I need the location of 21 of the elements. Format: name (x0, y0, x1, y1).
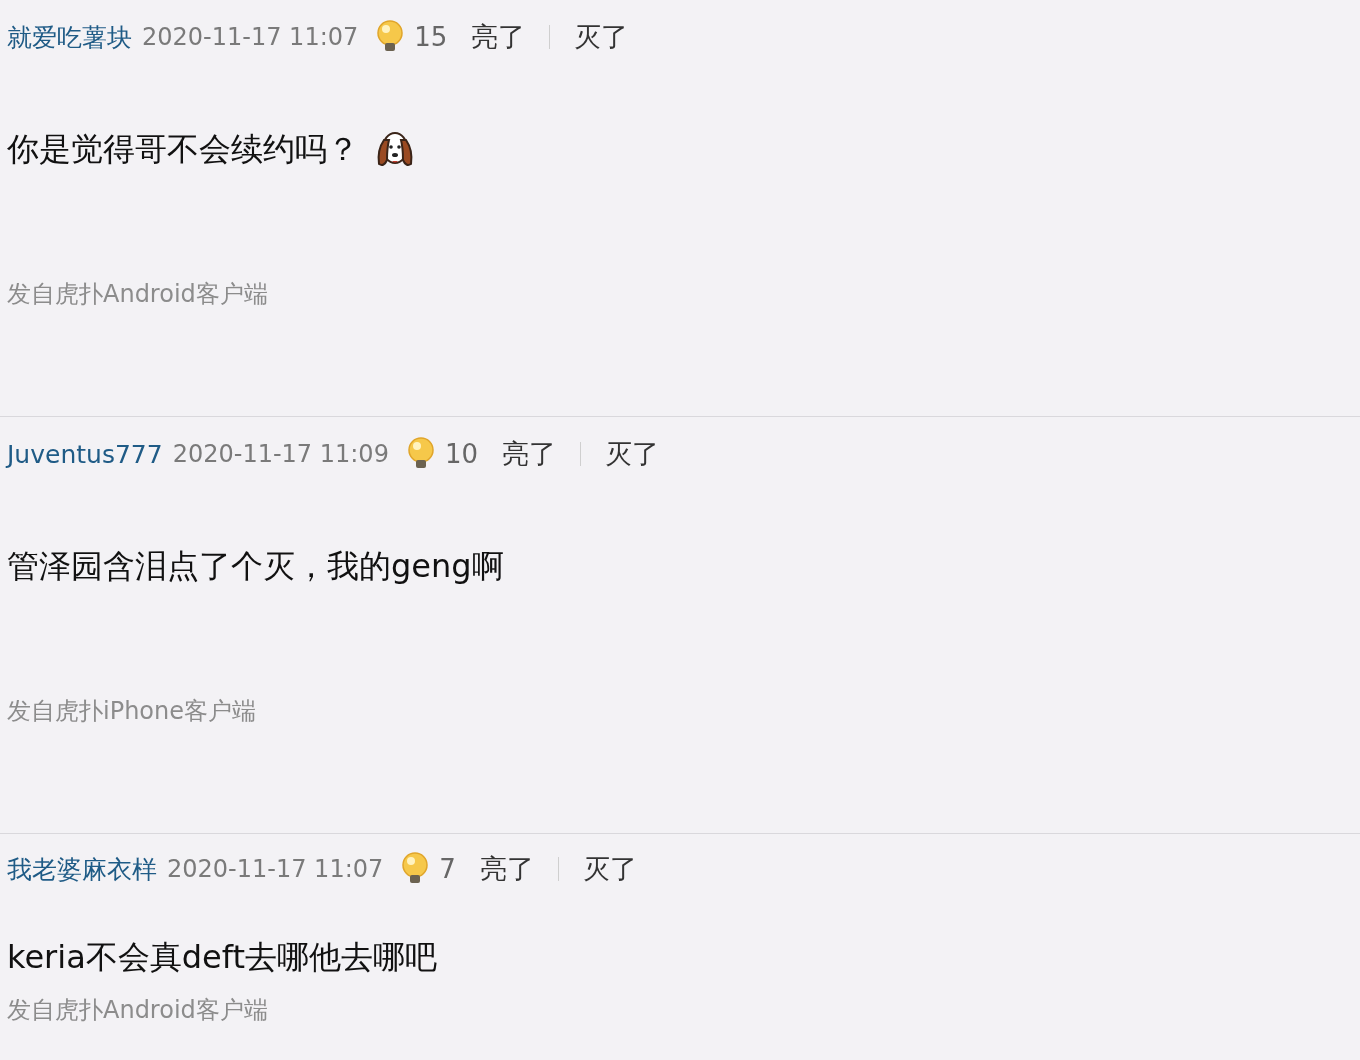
light-count: 10 (444, 439, 478, 469)
comment-text: keria不会真deft去哪他去哪吧 (7, 937, 437, 978)
post-time: 2020-11-17 11:07 (167, 855, 384, 883)
light-count: 15 (414, 22, 448, 52)
post-time: 2020-11-17 11:07 (142, 23, 359, 51)
client-source: 发自虎扑Android客户端 (7, 279, 269, 310)
comment-text: 你是觉得哥不会续约吗？ (7, 129, 359, 170)
dim-button[interactable]: 灭了 (582, 851, 637, 887)
comment-text: 管泽园含泪点了个灭，我的geng啊 (7, 546, 504, 587)
client-source: 发自虎扑Android客户端 (7, 995, 269, 1026)
light-count: 7 (439, 854, 456, 884)
username-link[interactable]: Juventus777 (7, 439, 163, 469)
dim-button[interactable]: 灭了 (574, 19, 629, 55)
light-button[interactable]: 亮了 (479, 851, 534, 887)
light-button[interactable]: 亮了 (502, 436, 556, 472)
post-time: 2020-11-17 11:09 (172, 440, 389, 468)
light-button[interactable]: 亮了 (471, 19, 526, 55)
dim-button[interactable]: 灭了 (605, 436, 659, 472)
client-source: 发自虎扑iPhone客户端 (7, 696, 257, 727)
username-link[interactable]: 我老婆麻衣样 (7, 852, 157, 886)
username-link[interactable]: 就爱吃薯块 (7, 20, 132, 54)
